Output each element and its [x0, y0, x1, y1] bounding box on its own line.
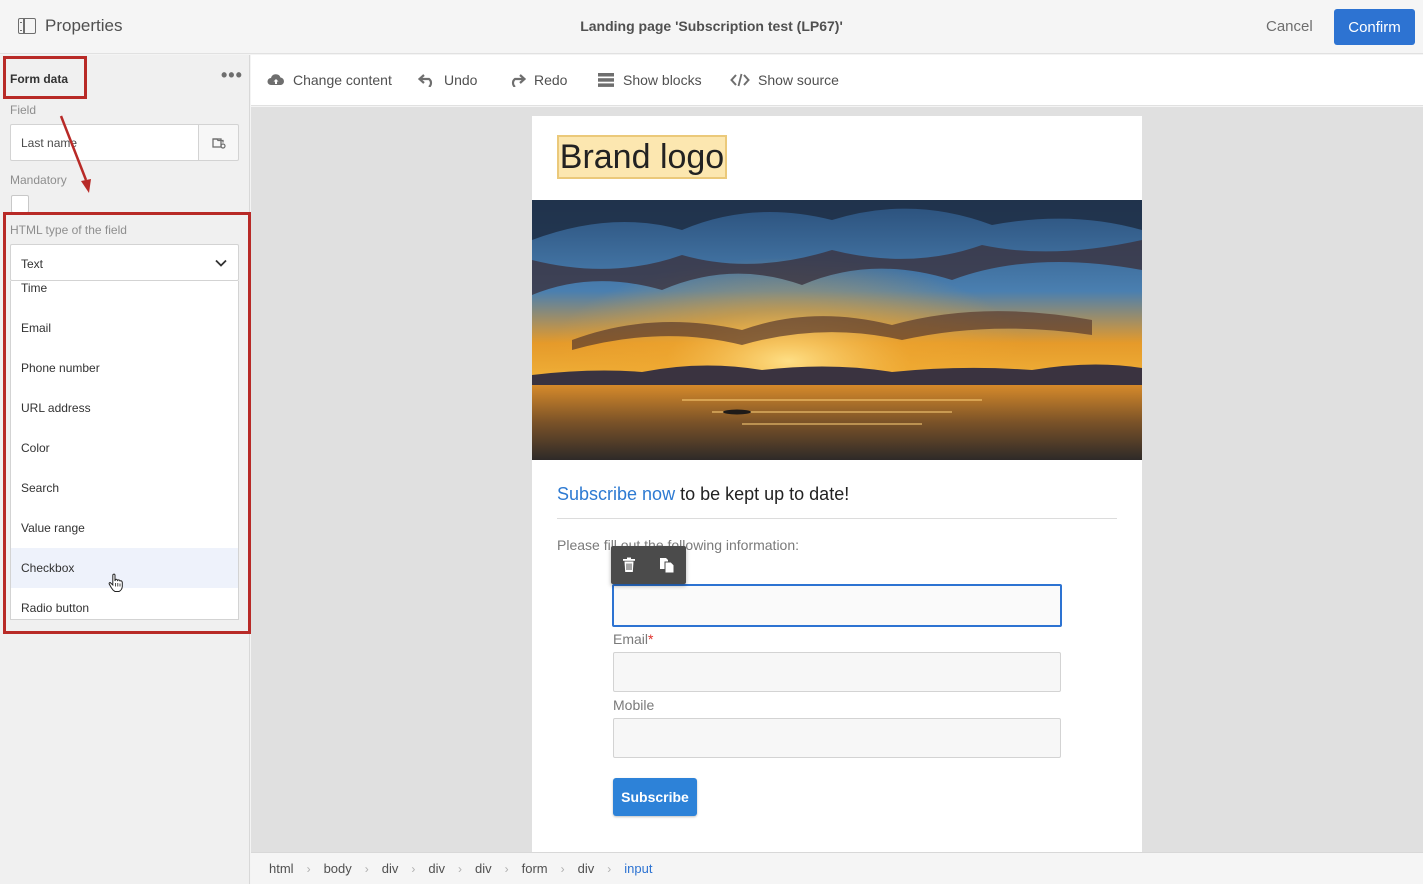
subscribe-button[interactable]: Subscribe [613, 778, 697, 816]
subscribe-now-link[interactable]: Subscribe now [557, 484, 675, 504]
mandatory-checkbox[interactable] [11, 195, 29, 213]
divider [557, 518, 1117, 519]
ellipsis-icon[interactable]: ••• [221, 65, 243, 86]
chevron-right-icon: › [560, 861, 565, 876]
crumb-label: div [577, 861, 595, 876]
trash-icon[interactable] [622, 557, 636, 573]
mobile-input[interactable] [613, 718, 1061, 758]
show-source-label: Show source [758, 72, 839, 88]
show-source-button[interactable]: Show source [730, 72, 839, 88]
folder-pick-icon [211, 137, 226, 149]
field-label: Field [10, 103, 37, 117]
subscribe-headline: Subscribe now to be kept up to date! [557, 484, 849, 505]
change-content-label: Change content [293, 72, 392, 88]
form-data-title: Form data [10, 72, 69, 86]
option-color[interactable]: Color [11, 428, 238, 468]
crumb-label: div [381, 861, 399, 876]
crumb-div[interactable]: div [475, 861, 492, 876]
html-type-select[interactable]: Text [10, 244, 239, 281]
email-label: Email* [613, 631, 653, 647]
chevron-right-icon: › [364, 861, 369, 876]
chevron-down-icon [215, 259, 227, 267]
redo-button[interactable]: Redo [508, 72, 567, 88]
option-phone-number[interactable]: Phone number [11, 348, 238, 388]
crumb-html[interactable]: html [269, 861, 294, 876]
selected-input-field[interactable] [612, 584, 1062, 627]
chevron-right-icon: › [411, 861, 416, 876]
html-type-dropdown: Time Email Phone number URL address Colo… [10, 281, 239, 620]
block-toolbar [611, 546, 686, 584]
undo-icon [418, 74, 433, 87]
crumb-label: div [475, 861, 492, 876]
editor-toolbar: Change content Undo Redo Show blocks Sho… [251, 55, 1423, 106]
duplicate-icon[interactable] [659, 557, 675, 574]
option-checkbox[interactable]: Checkbox [11, 548, 238, 588]
undo-label: Undo [444, 72, 478, 88]
crumb-div[interactable]: div [428, 861, 445, 876]
blocks-icon [598, 73, 614, 87]
email-input[interactable] [613, 652, 1061, 692]
option-time[interactable]: Time [11, 281, 238, 308]
redo-label: Redo [534, 72, 568, 88]
option-email[interactable]: Email [11, 308, 238, 348]
redo-icon [511, 74, 526, 87]
option-url-address[interactable]: URL address [11, 388, 238, 428]
chevron-right-icon: › [607, 861, 612, 876]
top-bar: Properties Landing page 'Subscription te… [0, 0, 1423, 54]
crumb-div[interactable]: div [578, 861, 595, 876]
cancel-button[interactable]: Cancel [1266, 18, 1313, 35]
chevron-right-icon: › [504, 861, 509, 876]
crumb-label: input [624, 861, 653, 876]
html-type-label: HTML type of the field [10, 223, 127, 237]
properties-panel: Form data ••• Field Last name Mandatory … [0, 55, 250, 884]
field-picker-button[interactable] [198, 124, 239, 161]
undo-button[interactable]: Undo [418, 72, 477, 88]
change-content-button[interactable]: Change content [267, 72, 392, 88]
page-title: Landing page 'Subscription test (LP67)' [580, 18, 843, 34]
landing-page-preview: Brand logo Subscribe now to be kept up t… [532, 116, 1142, 852]
crumb-label: form [521, 861, 548, 876]
subscribe-headline-text: to be kept up to date! [675, 484, 850, 504]
option-radio-button[interactable]: Radio button [11, 588, 238, 619]
crumb-input[interactable]: input [624, 861, 652, 876]
show-blocks-button[interactable]: Show blocks [597, 72, 702, 88]
crumb-label: html [269, 861, 294, 876]
show-blocks-label: Show blocks [623, 72, 702, 88]
hand-cursor-icon [108, 573, 123, 592]
hero-image[interactable] [532, 200, 1142, 460]
brand-logo[interactable]: Brand logo [557, 135, 727, 179]
crumb-form[interactable]: form [522, 861, 548, 876]
editor-canvas: Brand logo Subscribe now to be kept up t… [251, 107, 1423, 852]
confirm-button[interactable]: Confirm [1334, 9, 1415, 45]
html-type-value: Text [21, 257, 44, 271]
dom-breadcrumb: html › body › div › div › div › form › div › in… [251, 852, 1423, 884]
required-mark: * [648, 631, 654, 647]
chevron-right-icon: › [306, 861, 311, 876]
chevron-right-icon: › [458, 861, 463, 876]
mobile-label: Mobile [613, 697, 655, 713]
crumb-label: div [428, 861, 446, 876]
option-search[interactable]: Search [11, 468, 238, 508]
crumb-body[interactable]: body [324, 861, 352, 876]
crumb-div[interactable]: div [382, 861, 399, 876]
crumb-label: body [323, 861, 352, 876]
code-icon [730, 73, 750, 87]
cloud-upload-icon [267, 74, 284, 85]
mandatory-label: Mandatory [10, 173, 67, 187]
email-label-text: Email [613, 631, 649, 647]
field-input[interactable]: Last name [10, 124, 199, 161]
option-value-range[interactable]: Value range [11, 508, 238, 548]
